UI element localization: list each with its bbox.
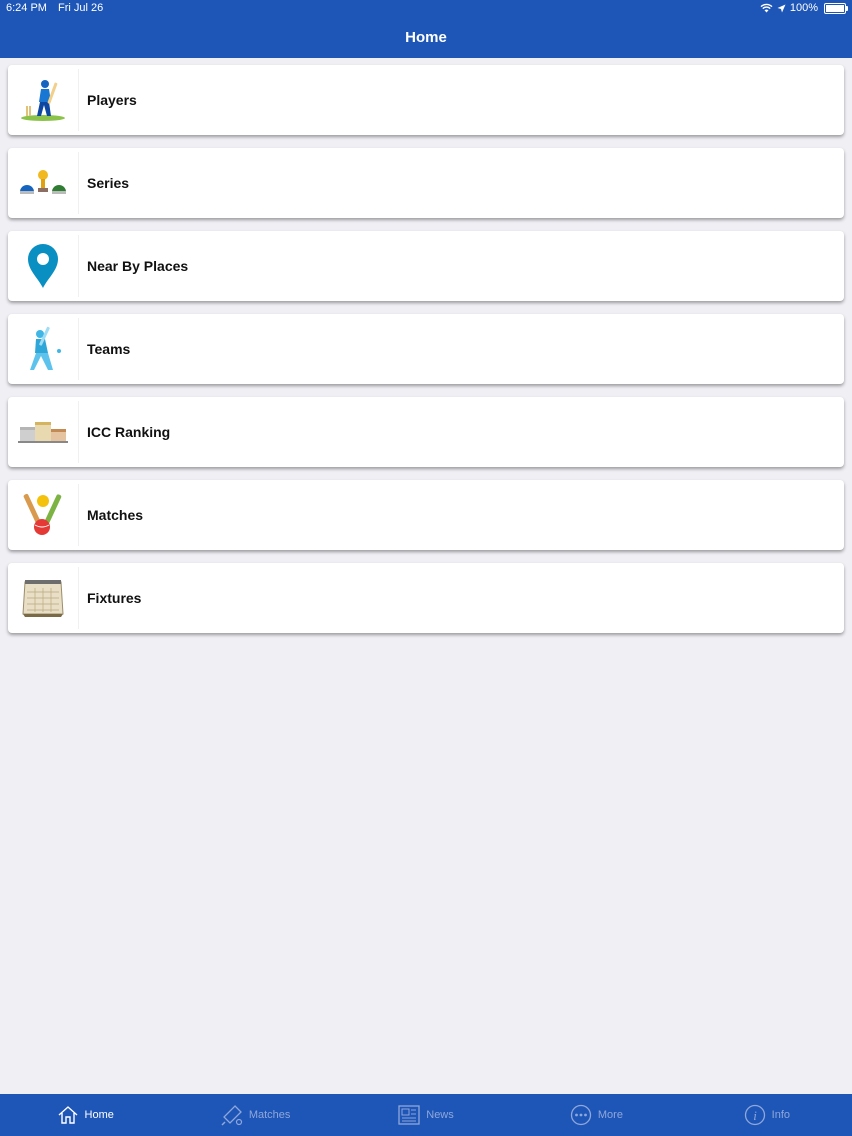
batsman-icon — [21, 80, 65, 121]
menu-item-label: Teams — [87, 341, 131, 357]
location-arrow-icon — [777, 4, 786, 12]
more-icon — [570, 1104, 592, 1126]
menu-item-icc-ranking[interactable]: ICC Ranking — [8, 397, 844, 467]
newspaper-icon — [398, 1105, 420, 1125]
tab-news[interactable]: News — [341, 1094, 511, 1136]
menu-item-label: Series — [87, 175, 130, 191]
page-title: Home — [405, 29, 447, 46]
menu-item-series[interactable]: Series — [8, 148, 844, 218]
tab-home[interactable]: Home — [0, 1094, 170, 1136]
status-bar: 6:24 PM Fri Jul 26 100% — [0, 0, 852, 18]
tab-label: Info — [771, 1109, 790, 1121]
tab-info[interactable]: i Info — [682, 1094, 852, 1136]
tab-label: Home — [84, 1109, 114, 1121]
menu-item-label: Players — [87, 92, 137, 108]
cricket-bat-icon — [221, 1105, 242, 1126]
tab-label: News — [426, 1109, 454, 1121]
menu-item-label: Matches — [87, 507, 144, 523]
battery-icon — [824, 2, 848, 14]
trophy-helmets-icon — [20, 170, 66, 194]
status-right: 100% — [760, 2, 848, 14]
menu-item-label: ICC Ranking — [87, 424, 171, 440]
battery-percent: 100% — [789, 2, 818, 14]
menu-list: Players Series Near By Places Teams ICC … — [8, 65, 844, 646]
menu-item-label: Near By Places — [87, 258, 189, 274]
menu-item-near-by-places[interactable]: Near By Places — [8, 231, 844, 301]
bats-ball-icon — [23, 493, 62, 535]
calendar-icon — [22, 580, 64, 617]
tab-bar: Home Matches News More i Info — [0, 1094, 852, 1136]
home-icon — [58, 1106, 77, 1124]
tab-matches[interactable]: Matches — [170, 1094, 340, 1136]
tab-label: More — [597, 1109, 623, 1121]
status-date: Fri Jul 26 — [58, 2, 104, 14]
menu-item-teams[interactable]: Teams — [8, 314, 844, 384]
batsman-silhouette-icon — [30, 326, 61, 370]
menu-item-label: Fixtures — [87, 590, 142, 606]
map-pin-icon — [28, 244, 58, 288]
status-time: 6:24 PM — [6, 2, 47, 14]
svg-text:i: i — [753, 1108, 757, 1123]
wifi-icon — [760, 3, 773, 13]
menu-item-fixtures[interactable]: Fixtures — [8, 563, 844, 633]
menu-item-players[interactable]: Players — [8, 65, 844, 135]
menu-item-matches[interactable]: Matches — [8, 480, 844, 550]
status-left: 6:24 PM Fri Jul 26 — [6, 2, 111, 14]
nav-bar: Home — [0, 18, 852, 58]
podium-icon — [18, 422, 68, 443]
tab-more[interactable]: More — [511, 1094, 681, 1136]
tab-label: Matches — [248, 1109, 291, 1121]
info-icon: i — [744, 1104, 765, 1126]
